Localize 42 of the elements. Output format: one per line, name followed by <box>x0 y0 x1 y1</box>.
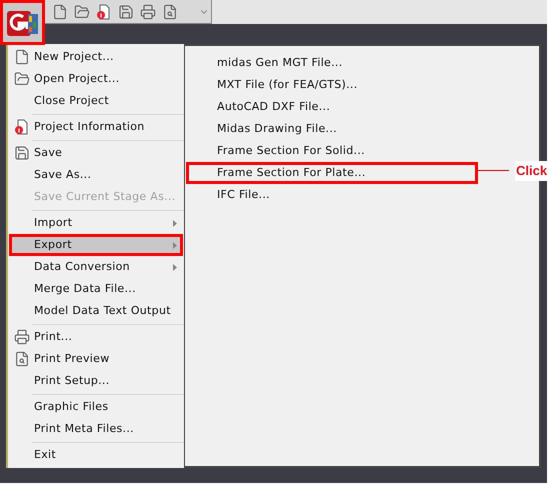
info-document-icon <box>14 119 30 135</box>
menu-item[interactable]: Data Conversion <box>9 256 183 278</box>
menu-item[interactable]: Merge Data File... <box>9 278 183 300</box>
folder-icon <box>74 4 90 20</box>
submenu-arrow-icon <box>173 220 177 226</box>
submenu-item[interactable]: Frame Section For Plate... <box>186 162 478 184</box>
menu-item[interactable]: Project Information <box>9 116 183 138</box>
menu-item[interactable]: Print Meta Files... <box>9 418 183 440</box>
annotation-label: Click <box>515 161 548 180</box>
submenu-arrow-icon <box>173 242 177 248</box>
application-button[interactable] <box>0 0 45 45</box>
folder-icon <box>14 71 30 87</box>
menu-item[interactable]: Import <box>9 212 183 234</box>
print-icon <box>140 4 156 20</box>
menu-item[interactable]: Print... <box>9 326 183 348</box>
menu-item[interactable]: Model Data Text Output <box>9 300 183 322</box>
submenu-item[interactable]: AutoCAD DXF File... <box>186 96 478 118</box>
submenu-item[interactable]: MXT File (for FEA/GTS)... <box>186 74 478 96</box>
submenu-item[interactable]: midas Gen MGT File... <box>186 52 478 74</box>
menu-item[interactable]: Save <box>9 142 183 164</box>
menu-item[interactable]: Print Preview <box>9 348 183 370</box>
menu-item[interactable]: New Project... <box>9 46 183 68</box>
print-preview-icon <box>162 4 178 20</box>
submenu-item[interactable]: Midas Drawing File... <box>186 118 478 140</box>
menu-item[interactable]: Exit <box>9 444 183 466</box>
menu-item[interactable]: Graphic Files <box>9 396 183 418</box>
print-icon <box>14 329 30 345</box>
menu-item[interactable]: Export <box>9 234 183 256</box>
leader-line <box>477 170 509 172</box>
print-preview-icon <box>14 351 30 367</box>
save-icon <box>118 4 134 20</box>
submenu-item[interactable]: IFC File... <box>186 184 478 206</box>
submenu-arrow-icon <box>173 264 177 270</box>
menu-item[interactable]: Print Setup... <box>9 370 183 392</box>
submenu-item[interactable]: Frame Section For Solid... <box>186 140 478 162</box>
menu-item[interactable]: Open Project... <box>9 68 183 90</box>
document-icon <box>52 4 68 20</box>
save-icon <box>14 145 30 161</box>
menu-item[interactable]: Close Project <box>9 90 183 112</box>
info-document-icon <box>96 4 112 20</box>
menu-item[interactable]: Save As... <box>9 164 183 186</box>
document-icon <box>14 49 30 65</box>
